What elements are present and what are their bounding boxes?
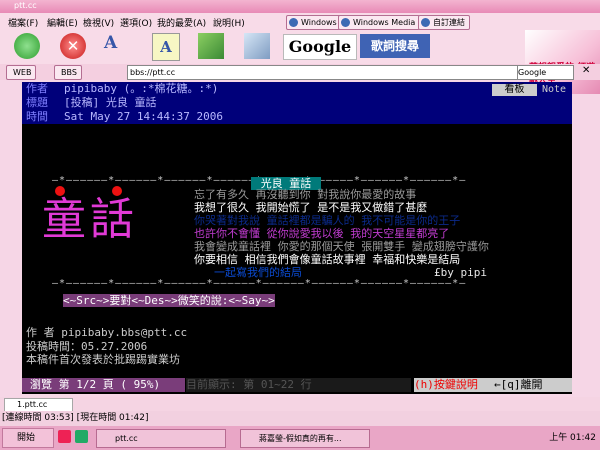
title-label: 標題 [26,96,48,109]
post-note: 本稿件首次發表於批踢踢實業坊 [26,353,180,366]
custom-link-icon [421,18,430,27]
plugin-icon[interactable] [198,33,224,59]
page-indicator: 瀏覽 第 1/2 頁 ( 95%) [22,378,185,392]
menu-help[interactable]: 說明(H) [213,16,245,29]
taskbar: 開始 ptt.cc 蔣嘉瑩-假如真的再有... 上午 01:42 [0,426,600,450]
author-label: 作者 [26,82,48,95]
bbs-tab[interactable]: BBS [54,65,82,80]
quicklaunch-icon[interactable] [58,430,71,443]
help-key[interactable]: (h)按鍵說明 [414,378,494,392]
menu-favorites[interactable]: 我的最愛(A) [157,16,206,29]
title-value: [投稿] 光良 童話 [64,96,157,109]
board-label: 看板 [492,84,537,96]
signature-line: <~Src~>要對<~Des~>微笑的說:<~Say~> [63,292,275,308]
font-icon[interactable]: A [152,33,180,61]
menu-bar: 檔案(F) 編輯(E) 檢視(V) 選項(O) 我的最愛(A) 說明(H) Wi… [0,13,600,30]
menu-edit[interactable]: 編輯(E) [47,16,78,29]
clock: 上午 01:42 [549,433,596,443]
lyrics-search-button[interactable]: 歌詞搜尋 [360,34,430,58]
start-button[interactable]: 開始 [2,428,54,448]
menu-file[interactable]: 檔案(F) [8,16,38,29]
stop-icon[interactable]: ✕ [60,33,86,59]
article-header: 作者 pipibaby (。:*棉花糖。:*) 標題 [投稿] 光良 童話 時間… [22,82,572,124]
window-title-bar: ptt.cc [0,0,600,13]
google-search-field[interactable]: Google [517,65,574,80]
lyric-line: 我會變成童話裡 你愛的那個天使 張開雙手 變成翅膀守護你 [194,240,489,253]
board-name: Note [542,84,567,95]
quit-key[interactable]: ←[q]離開 [494,378,572,392]
author-value: pipibaby (。:*棉花糖。:*) [64,82,219,95]
toolbar: ✕ A A Google 歌詞搜尋 夢想親愛的 紅遊戲人生 [0,30,600,94]
divider-bottom: —*——————*——————*——————*——————*——————*———… [52,278,467,289]
menu-options[interactable]: 選項(O) [120,16,152,29]
author-email: 作 者 pipibaby.bbs@ptt.cc [26,326,188,339]
status-bar: [連線時間 03:53] [現在時間 01:42] [0,411,600,426]
line-indicator: 目前顯示: 第 01~22 行 [186,378,411,392]
time-label: 時間 [26,110,48,123]
lyric-line: 你哭著對我說 童話裡都是騙人的 我不可能是你的王子 [194,214,461,227]
lyric-line: 也許你不會懂 從你說愛我以後 我的天空星星都亮了 [194,227,450,240]
web-tab[interactable]: WEB [6,65,37,80]
font-size-icon[interactable]: A [104,33,130,59]
time-value: Sat May 27 14:44:37 2006 [64,110,223,123]
close-icon[interactable]: ✕ [582,65,590,76]
link-windows[interactable]: Windows [286,15,342,30]
menu-view[interactable]: 檢視(V) [83,16,114,29]
bbs-terminal[interactable]: 作者 pipibaby (。:*棉花糖。:*) 標題 [投稿] 光良 童話 時間… [22,82,572,394]
link-custom[interactable]: 自訂連結 [418,15,470,30]
tab-strip: 1.ptt.cc [0,397,600,412]
go-icon[interactable] [14,33,40,59]
windows-icon [289,18,298,27]
post-time: 投稿時間：05.27.2006 [26,340,148,353]
link-windows-media[interactable]: Windows Media [338,15,421,30]
address-bar: WEB BBS bbs://ptt.cc Google ✕ [0,64,600,80]
window-title: ptt.cc [14,1,37,10]
pager-footer: 瀏覽 第 1/2 頁 ( 95%) 目前顯示: 第 01~22 行 (h)按鍵說… [22,378,572,392]
google-search-button[interactable]: Google [283,34,357,60]
status-text: [連線時間 03:53] [現在時間 01:42] [2,413,149,423]
task-ptt[interactable]: ptt.cc [96,429,226,448]
tab-ptt[interactable]: 1.ptt.cc [4,398,73,412]
windows-media-icon [341,18,350,27]
lyric-line: 忘了有多久 再沒聽到你 對我說你最愛的故事 [194,188,417,201]
signature-text: <~Src~>要對<~Des~>微笑的說:<~Say~> [63,294,275,307]
url-field[interactable]: bbs://ptt.cc [127,65,519,80]
quicklaunch-icon[interactable] [75,430,88,443]
big-title: 童話 [42,194,138,245]
lyric-line: 我想了很久 我開始慌了 是不是我又做錯了甚麼 [194,201,428,214]
lyric-line: 你要相信 相信我們會像童話故事裡 幸福和快樂是結局 [194,253,461,266]
package-icon[interactable] [244,33,270,59]
task-music[interactable]: 蔣嘉瑩-假如真的再有... [240,429,370,448]
